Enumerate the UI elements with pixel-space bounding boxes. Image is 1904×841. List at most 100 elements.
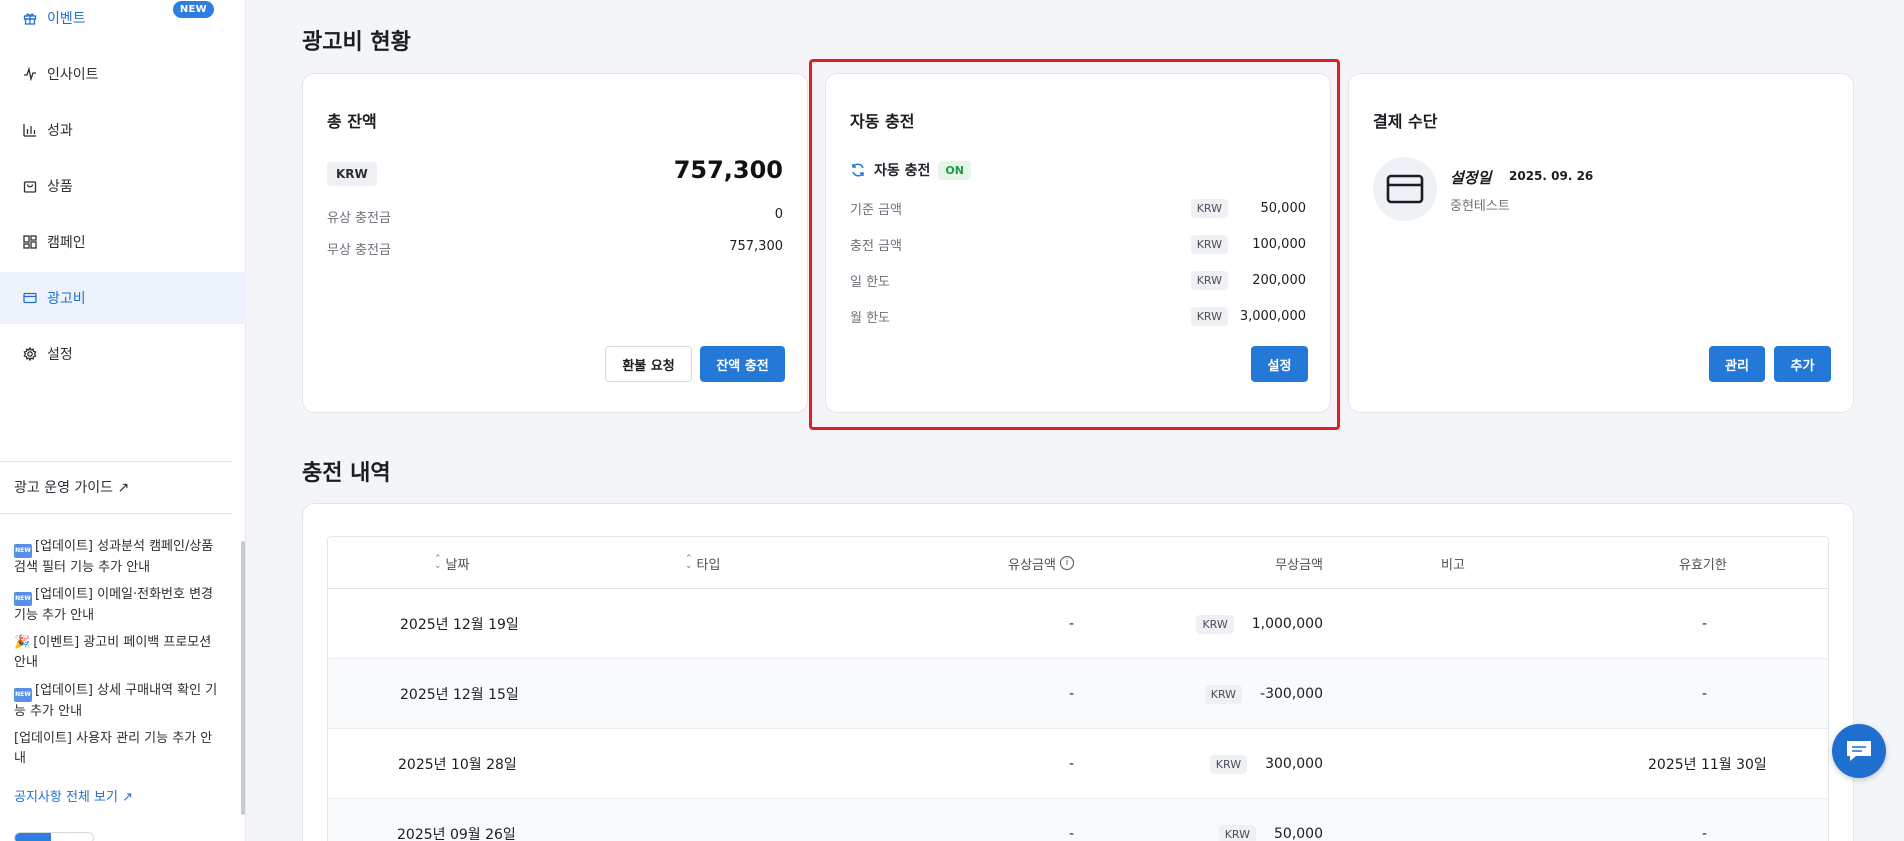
column-header: 유효기한 [1679,557,1727,573]
payment-method-card: 결제 수단 설정일 2025. 09. 26 중현테스트 관리 추가 [1348,73,1854,413]
auto-charge-status-label: 자동 충전 [874,163,931,179]
notice-text: [업데이트] 사용자 관리 기능 추가 안내 [14,731,213,766]
notice-text: [업데이트] 이메일·전화번호 변경 기능 추가 안내 [14,587,214,623]
sidebar-item-insight[interactable]: 인사이트 [0,48,246,100]
credit-card-icon [1373,157,1437,221]
currency-tag: KRW [1204,684,1243,704]
sidebar-item-label: 이벤트 [47,11,86,27]
notice-item[interactable]: [업데이트] 사용자 관리 기능 추가 안내 [14,729,219,769]
credit-card-icon [22,290,38,306]
free-cell: KRW 1,000,000 [1196,589,1323,659]
auto-charge-status: 자동 충전 ON [850,160,971,180]
sort-icon: ⌃ ⌄ [685,554,693,571]
row-value: 3,000,000 [1239,308,1306,324]
sidebar-item-campaign[interactable]: 캠페인 [0,216,246,268]
manage-payment-button[interactable]: 관리 [1709,346,1765,382]
column-header: 무상금액 [1275,557,1323,573]
refresh-icon [850,162,866,178]
notice-item[interactable]: 🎉 [이벤트] 광고비 페이백 프로모션 안내 [14,633,219,673]
balance-card: 총 잔액 KRW 757,300 유상 충전금 0 무상 충전금 757,300… [302,73,808,413]
free-charge-value: 757,300 [729,239,783,254]
chat-support-button[interactable] [1832,724,1886,778]
payment-name: 중현테스트 [1450,199,1510,214]
payment-set-label: 설정일 [1450,169,1492,187]
paid-cell: - [1068,686,1074,702]
free-cell: KRW 50,000 [1218,799,1323,841]
sidebar-item-ad-cost[interactable]: 광고비 [0,272,246,324]
column-header: 유상금액 [1008,557,1056,573]
sidebar-item-label: 캠페인 [47,235,86,251]
sidebar-item-label: 인사이트 [47,67,99,83]
note-header: 비고 [1441,537,1465,589]
gear-icon [22,346,38,362]
sidebar-scrollbar[interactable] [241,541,245,815]
balance-card-title: 총 잔액 [327,112,377,131]
notice-item[interactable]: NEW [업데이트] 성과분석 캠페인/상품 검색 필터 기능 추가 안내 [14,537,219,578]
free-cell: KRW -300,000 [1204,659,1323,729]
add-payment-button[interactable]: 추가 [1774,346,1831,382]
charge-balance-button[interactable]: 잔액 충전 [700,346,785,382]
currency-tag: KRW [327,162,377,186]
payment-set-date: 2025. 09. 26 [1509,169,1594,183]
new-emoji-icon: NEW [14,592,32,606]
notice-all-label: 공지사항 전체 보기 [14,790,118,805]
sidebar-item-label: 성과 [47,123,73,139]
balance-amount: 757,300 [673,156,783,184]
auto-charge-settings-button[interactable]: 설정 [1251,346,1308,382]
free-value: 1,000,000 [1251,616,1323,632]
expiry-cell: 2025년 11월 30일 [1648,757,1767,773]
sidebar-item-event[interactable]: 이벤트 NEW [0,0,246,44]
auto-charge-card-title: 자동 충전 [850,112,915,131]
column-header: 날짜 [445,557,470,573]
charge-amount-row: 충전 금액 KRW 100,000 [850,233,1306,255]
toggle-switch[interactable] [14,832,94,841]
new-badge: NEW [172,1,214,18]
new-emoji-icon: NEW [14,544,32,558]
sidebar-item-products[interactable]: 상품 [0,160,246,212]
table-row: 2025년 10월 28일 - KRW 300,000 2025년 11월 30일 [328,729,1828,799]
monthly-limit-row: 월 한도 KRW 3,000,000 [850,305,1306,327]
gift-icon [22,10,38,26]
sidebar-item-settings[interactable]: 설정 [0,328,246,380]
notice-item[interactable]: NEW [업데이트] 상세 구매내역 확인 기능 추가 안내 [14,681,219,722]
row-value: 50,000 [1260,200,1307,216]
paid-amount-header: 유상금액 i [1008,537,1074,589]
date-cell: 2025년 09월 26일 [397,827,516,841]
expiry-cell: - [1702,826,1708,841]
row-value: 200,000 [1252,272,1306,288]
row-value: 100,000 [1252,236,1306,252]
ad-guide-link[interactable]: 광고 운영 가이드 ↗ [14,477,129,497]
sort-date-header[interactable]: ⌃ ⌄ 날짜 [434,537,469,589]
currency-tag: KRW [1190,270,1228,290]
column-header: 비고 [1441,557,1465,573]
date-cell: 2025년 10월 28일 [398,757,517,773]
charge-history-table: ⌃ ⌄ 날짜 ⌃ ⌄ 타입 유상금액 i 무상금액 비고 유효기한 2025년 12… [327,536,1829,841]
expiry-header: 유효기한 [1679,537,1727,589]
column-header: 타입 [696,557,721,573]
sort-icon: ⌃ ⌄ [434,554,442,571]
notice-item[interactable]: NEW [업데이트] 이메일·전화번호 변경 기능 추가 안내 [14,585,219,626]
notice-text: [업데이트] 상세 구매내역 확인 기능 추가 안내 [14,683,218,719]
paid-cell: - [1068,826,1074,841]
free-value: 50,000 [1274,826,1323,841]
external-link-icon: ↗ [122,790,133,805]
free-value: 300,000 [1265,756,1323,772]
currency-tag: KRW [1209,754,1248,774]
sort-type-header[interactable]: ⌃ ⌄ 타입 [685,537,720,589]
grid-icon [22,234,38,250]
notice-all-link[interactable]: 공지사항 전체 보기 ↗ [14,786,133,805]
sidebar-item-performance[interactable]: 성과 [0,104,246,156]
auto-charge-card: 자동 충전 자동 충전 ON 기준 금액 KRW 50,000 충전 금액 KRW… [825,73,1331,413]
divider [0,461,233,462]
payment-card-title: 결제 수단 [1373,112,1438,131]
on-badge: ON [938,160,971,180]
info-icon[interactable]: i [1060,556,1074,570]
row-label: 기준 금액 [850,202,902,218]
expiry-cell: - [1702,616,1708,632]
activity-icon [22,66,38,82]
table-header: ⌃ ⌄ 날짜 ⌃ ⌄ 타입 유상금액 i 무상금액 비고 유효기한 [328,537,1828,589]
charge-history-title: 충전 내역 [302,461,391,486]
free-amount-header: 무상금액 [1275,537,1323,589]
currency-tag: KRW [1218,824,1256,841]
refund-request-button[interactable]: 환불 요청 [605,346,692,382]
